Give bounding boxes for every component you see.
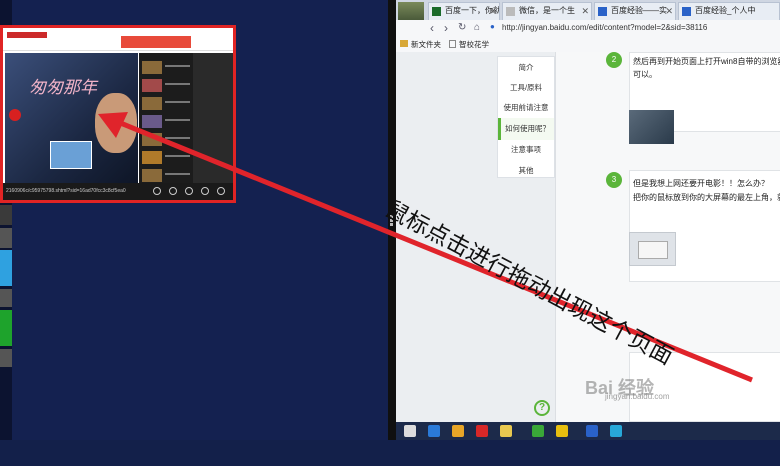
watermark-url: jingyan.baidu.com (605, 392, 670, 401)
